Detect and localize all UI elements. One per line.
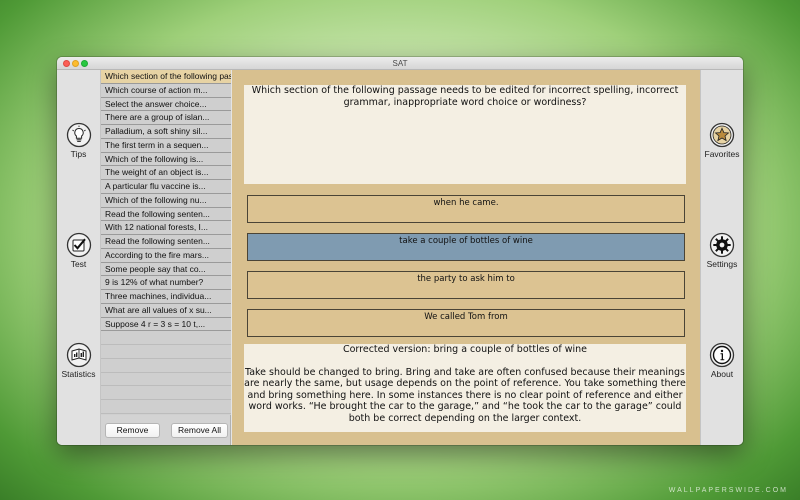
answer-explanation: Corrected version: bring a couple of bot… xyxy=(244,344,686,432)
tips-button[interactable]: Tips xyxy=(57,122,100,159)
app-window: SAT Tips Test Statistics Which section o… xyxy=(57,57,743,445)
list-item[interactable]: 9 is 12% of what number? xyxy=(101,276,231,290)
favorites-label: Favorites xyxy=(704,149,740,159)
corrected-version: Corrected version: bring a couple of bot… xyxy=(342,344,588,355)
info-icon xyxy=(709,342,735,368)
question-list-panel: Which section of the following passage n… xyxy=(101,70,231,445)
list-item[interactable]: Read the following senten... xyxy=(101,207,231,222)
test-label: Test xyxy=(70,259,87,269)
favorites-button[interactable]: Favorites xyxy=(701,122,743,159)
list-item[interactable]: What are all values of x su... xyxy=(101,303,231,318)
list-item[interactable]: Suppose 4 r = 3 s = 10 t,... xyxy=(101,317,231,332)
tips-label: Tips xyxy=(70,149,87,159)
answer-option[interactable]: when he came. xyxy=(247,195,685,223)
settings-button[interactable]: Settings xyxy=(701,232,743,269)
chart-book-icon xyxy=(66,342,91,368)
list-item[interactable]: Which section of the following passage n… xyxy=(101,70,231,84)
explanation-text: Take should be changed to bring. Bring a… xyxy=(244,366,686,424)
window-title: SAT xyxy=(392,59,408,68)
list-item[interactable]: Some people say that co... xyxy=(101,262,231,277)
list-item[interactable]: A particular flu vaccine is... xyxy=(101,180,231,194)
about-label: About xyxy=(710,369,734,379)
list-item[interactable]: Which of the following is... xyxy=(101,152,231,167)
answer-option[interactable]: We called Tom from xyxy=(247,309,685,337)
list-item[interactable]: Select the answer choice... xyxy=(101,97,231,112)
list-item[interactable]: Read the following senten... xyxy=(101,235,231,249)
watermark: WALLPAPERSWIDE.COM xyxy=(668,487,788,494)
list-item[interactable]: The first term in a sequen... xyxy=(101,138,231,153)
settings-label: Settings xyxy=(706,259,738,269)
star-icon xyxy=(709,122,735,148)
answer-option[interactable]: take a couple of bottles of wine xyxy=(247,233,685,261)
list-item[interactable]: There are a group of islan... xyxy=(101,111,231,125)
question-list[interactable]: Which section of the following passage n… xyxy=(101,70,231,415)
about-button[interactable]: About xyxy=(701,342,743,379)
remove-all-button[interactable]: Remove All xyxy=(171,423,228,438)
list-item[interactable]: Palladium, a soft shiny sil... xyxy=(101,125,231,139)
test-button[interactable]: Test xyxy=(57,232,100,269)
left-sidebar: Tips Test Statistics xyxy=(57,70,101,445)
statistics-label: Statistics xyxy=(61,369,96,379)
answer-option[interactable]: the party to ask him to xyxy=(247,271,685,299)
statistics-button[interactable]: Statistics xyxy=(57,342,100,379)
checkmark-icon xyxy=(66,232,91,258)
question-text: Which section of the following passage n… xyxy=(244,85,686,184)
title-bar: SAT xyxy=(57,57,743,70)
list-item[interactable]: According to the fire mars... xyxy=(101,248,231,263)
list-item[interactable]: Which of the following nu... xyxy=(101,193,231,208)
right-sidebar: Favorites Settings About xyxy=(700,70,743,445)
list-item[interactable]: Which course of action m... xyxy=(101,83,231,98)
lightbulb-icon xyxy=(66,122,91,148)
question-area: Which section of the following passage n… xyxy=(232,70,700,445)
list-item[interactable]: With 12 national forests, I... xyxy=(101,221,231,235)
gear-icon xyxy=(709,232,735,258)
list-item[interactable]: Three machines, individua... xyxy=(101,290,231,304)
remove-button[interactable]: Remove xyxy=(105,423,160,438)
list-item[interactable]: The weight of an object is... xyxy=(101,166,231,180)
